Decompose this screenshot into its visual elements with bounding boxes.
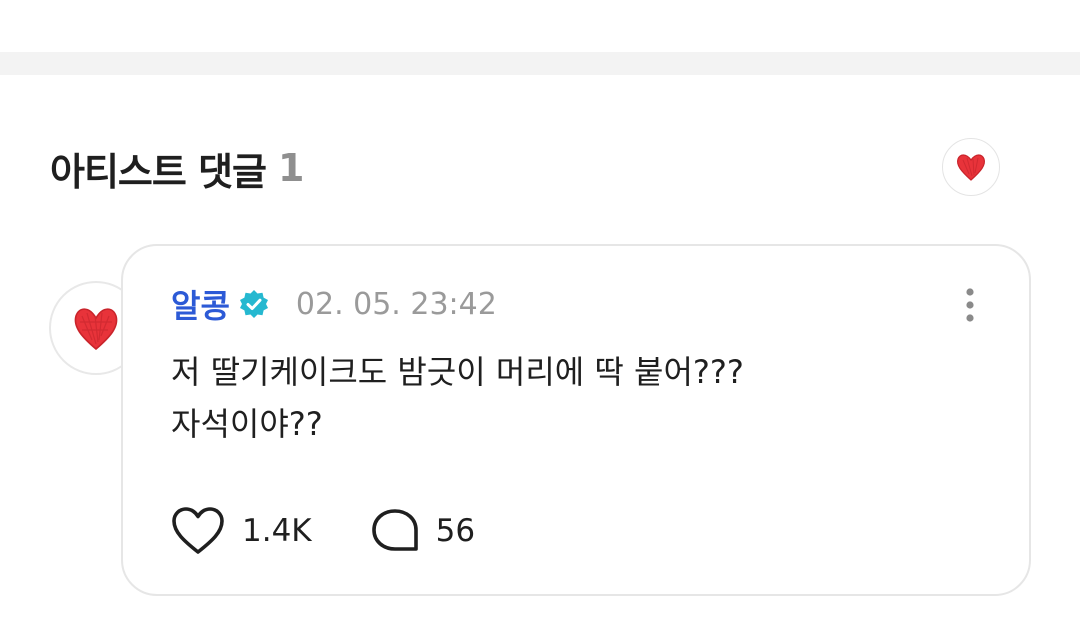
author-name[interactable]: 알콩 xyxy=(171,281,230,327)
heart-outline-icon xyxy=(172,507,224,554)
comment-meta: 알콩 02. 05. 23:42 xyxy=(171,282,497,326)
artist-avatar-button[interactable] xyxy=(942,138,1000,196)
verified-badge-icon xyxy=(238,288,270,320)
comment-line: 저 딸기케이크도 밤긋이 머리에 딱 붙어??? xyxy=(171,353,744,391)
like-button[interactable]: 1.4K xyxy=(170,506,312,556)
more-vertical-icon[interactable] xyxy=(955,285,985,325)
section-header: 아티스트 댓글 1 xyxy=(50,140,304,196)
red-heart-icon xyxy=(74,308,118,351)
artist-comments-page: 아티스트 댓글 1 알콩 02. 05. 23:42 저 딸기케이크도 밤긋이 … xyxy=(0,0,1080,627)
section-divider xyxy=(0,52,1080,75)
section-title: 아티스트 댓글 xyxy=(50,149,267,194)
speech-bubble-icon xyxy=(371,509,418,551)
comment-count: 1 xyxy=(278,146,305,190)
like-count: 1.4K xyxy=(242,513,312,549)
red-heart-icon xyxy=(956,154,986,181)
comment-line: 자석이야?? xyxy=(171,405,323,443)
comment-text: 저 딸기케이크도 밤긋이 머리에 딱 붙어??? 자석이야?? xyxy=(171,346,991,450)
comment-actions: 1.4K 56 xyxy=(170,503,475,559)
reply-count: 56 xyxy=(435,513,476,549)
comment-timestamp: 02. 05. 23:42 xyxy=(295,286,497,322)
reply-button[interactable]: 56 xyxy=(370,507,475,555)
